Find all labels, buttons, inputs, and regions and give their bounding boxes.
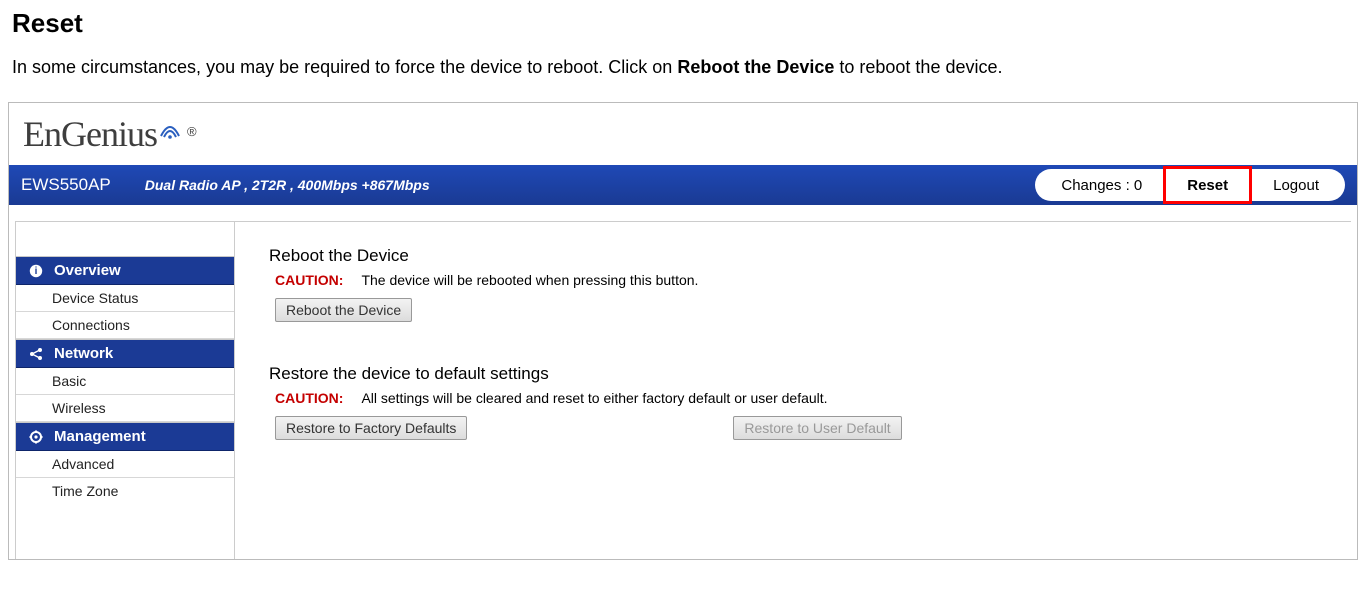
sidebar: i Overview Device Status Connections Net… — [16, 222, 234, 559]
main-area: i Overview Device Status Connections Net… — [15, 221, 1351, 559]
desc-pre: In some circumstances, you may be requir… — [12, 57, 677, 77]
radio-info: Dual Radio AP , 2T2R , 400Mbps +867Mbps — [145, 177, 430, 193]
nav-head-network[interactable]: Network — [16, 339, 234, 368]
reboot-caution-row: CAUTION: The device will be rebooted whe… — [275, 272, 1327, 288]
nav-item-advanced[interactable]: Advanced — [16, 451, 234, 478]
restore-factory-button[interactable]: Restore to Factory Defaults — [275, 416, 467, 440]
reboot-section-title: Reboot the Device — [269, 246, 1327, 266]
model-label: EWS550AP — [21, 175, 111, 195]
logo-row: EnGenius ® — [9, 103, 1357, 165]
desc-post: to reboot the device. — [834, 57, 1002, 77]
nav-head-management[interactable]: Management — [16, 422, 234, 451]
nav-head-overview[interactable]: i Overview — [16, 256, 234, 285]
topbar: EWS550AP Dual Radio AP , 2T2R , 400Mbps … — [9, 165, 1357, 205]
changes-button[interactable]: Changes : 0 — [1035, 169, 1164, 201]
content: Reboot the Device CAUTION: The device wi… — [234, 222, 1351, 559]
nav-item-wireless[interactable]: Wireless — [16, 395, 234, 422]
nav-item-connections[interactable]: Connections — [16, 312, 234, 339]
caution-label: CAUTION: — [275, 272, 343, 288]
caution-label-2: CAUTION: — [275, 390, 343, 406]
wifi-icon — [159, 122, 181, 145]
gear-icon — [28, 429, 44, 445]
info-icon: i — [28, 263, 44, 279]
nav-network-label: Network — [54, 345, 113, 362]
page-title: Reset — [12, 8, 1356, 39]
nav-overview-label: Overview — [54, 262, 121, 279]
reboot-device-button[interactable]: Reboot the Device — [275, 298, 412, 322]
reset-button[interactable]: Reset — [1164, 169, 1250, 201]
logo: EnGenius ® — [23, 113, 197, 155]
nav-item-basic[interactable]: Basic — [16, 368, 234, 395]
logo-reg: ® — [187, 124, 197, 139]
logo-text: EnGenius — [23, 113, 157, 155]
svg-text:i: i — [35, 266, 38, 277]
desc-bold: Reboot the Device — [677, 57, 834, 77]
restore-user-button[interactable]: Restore to User Default — [733, 416, 901, 440]
logout-button[interactable]: Logout — [1250, 169, 1345, 201]
nav-item-device-status[interactable]: Device Status — [16, 285, 234, 312]
restore-caution-text: All settings will be cleared and reset t… — [361, 390, 827, 406]
screenshot-container: EnGenius ® EWS550AP Dual Radio AP , 2T2R… — [8, 102, 1358, 560]
reset-button-label: Reset — [1187, 177, 1228, 194]
restore-caution-row: CAUTION: All settings will be cleared an… — [275, 390, 1327, 406]
page-description: In some circumstances, you may be requir… — [12, 57, 1356, 78]
nav-item-time-zone[interactable]: Time Zone — [16, 478, 234, 504]
restore-button-row: Restore to Factory Defaults Restore to U… — [269, 412, 1327, 452]
share-icon — [28, 346, 44, 362]
nav-management-label: Management — [54, 428, 146, 445]
reboot-caution-text: The device will be rebooted when pressin… — [361, 272, 698, 288]
restore-section-title: Restore the device to default settings — [269, 364, 1327, 384]
topbar-buttons: Changes : 0 Reset Logout — [1035, 169, 1345, 201]
